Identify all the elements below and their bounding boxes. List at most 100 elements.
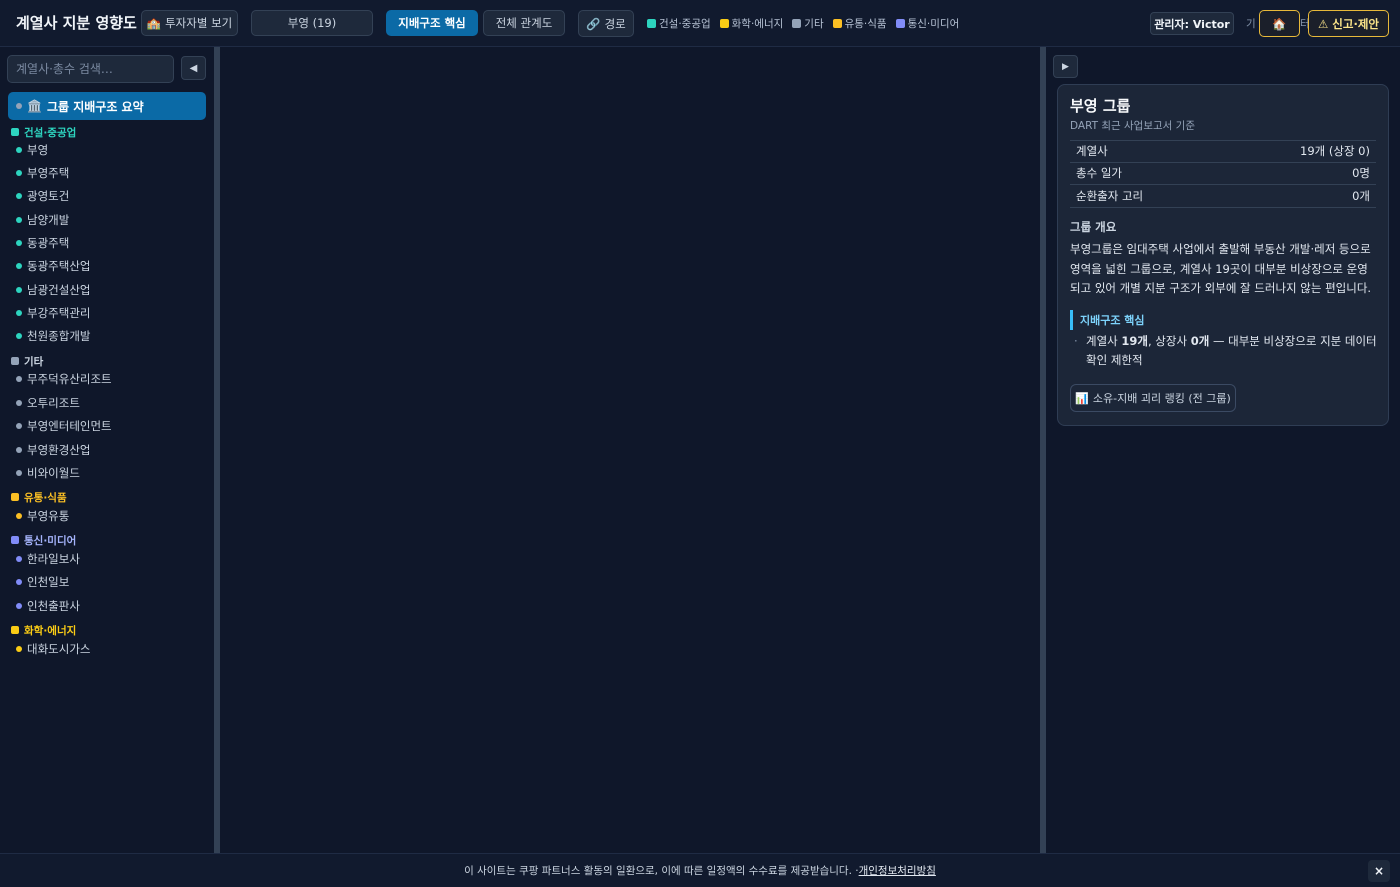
category-header: 기타 <box>11 354 43 368</box>
home-button[interactable]: 🏠 <box>1259 10 1300 37</box>
footer-banner: 이 사이트는 쿠팡 파트너스 활동의 일환으로, 이에 따른 일정액의 수수료를… <box>0 853 1400 887</box>
bullet-icon: · <box>1074 334 1078 348</box>
group-info-card: 부영 그룹 DART 최근 사업보고서 기준 계열사 19개 (상장 0) 총수… <box>1057 84 1389 426</box>
category-swatch <box>11 536 19 544</box>
company-dot <box>16 513 22 519</box>
partial-header-text: 기 <box>1246 18 1256 30</box>
sidebar-item-company[interactable]: 광영토건 <box>16 187 69 205</box>
sidebar-item-company[interactable]: 무주덕유산리조트 <box>16 370 112 388</box>
company-dot <box>16 217 22 223</box>
app-title: 계열사 지분 영향도 <box>16 14 137 32</box>
table-row: 총수 일가 0명 <box>1070 163 1376 185</box>
tab-full-graph[interactable]: 전체 관계도 <box>483 10 565 36</box>
admin-badge[interactable]: 관리자: Victor <box>1150 12 1234 35</box>
company-dot <box>16 447 22 453</box>
sidebar-item-company[interactable]: 인천일보 <box>16 573 69 591</box>
company-dot <box>16 579 22 585</box>
core-section-label: 지배구조 핵심 <box>1070 310 1378 330</box>
category-swatch <box>11 626 19 634</box>
category-header: 유통·식품 <box>11 490 67 504</box>
legend-swatch <box>647 19 656 28</box>
legend-item: 기타 <box>792 16 824 31</box>
bar-chart-icon: 📊 <box>1075 391 1089 405</box>
ranking-button[interactable]: 📊 소유-지배 괴리 랭킹 (전 그룹) <box>1070 384 1236 412</box>
category-header: 통신·미디어 <box>11 533 76 547</box>
category-swatch <box>11 357 19 365</box>
sidebar-item-company[interactable]: 오투리조트 <box>16 394 80 412</box>
company-dot <box>16 263 22 269</box>
category-header: 건설·중공업 <box>11 125 76 139</box>
company-dot <box>16 240 22 246</box>
building-icon: 🏫 <box>146 16 162 30</box>
company-dot <box>16 376 22 382</box>
investor-view-button[interactable]: 🏫 투자자별 보기 <box>141 10 238 36</box>
sidebar-item-company[interactable]: 남광건설산업 <box>16 281 90 299</box>
collapse-panel-button[interactable]: ▶ <box>1053 55 1078 78</box>
sidebar-item-company[interactable]: 부영유통 <box>16 507 69 525</box>
legend-item: 통신·미디어 <box>895 16 959 31</box>
legend-swatch <box>719 19 729 28</box>
warning-icon: ⚠ <box>1317 16 1329 31</box>
company-dot <box>16 400 22 406</box>
group-title: 부영 그룹 <box>1070 97 1131 115</box>
status-dot <box>16 103 22 109</box>
sidebar-item-group-summary[interactable]: 🏛️ 그룹 지배구조 요약 <box>8 92 206 120</box>
sidebar-item-company[interactable]: 천원종합개발 <box>16 327 90 345</box>
group-select[interactable]: 부영 (19) <box>251 10 373 36</box>
legend-swatch <box>895 19 905 28</box>
legend-item: 유통·식품 <box>832 16 887 31</box>
overview-label: 그룹 개요 <box>1070 220 1117 234</box>
legend-item: 건설·중공업 <box>647 16 711 31</box>
overview-text: 부영그룹은 임대주택 사업에서 출발해 부동산 개발·레저 등으로 영역을 넓힌… <box>1070 242 1372 295</box>
table-row: 순환출자 고리 0개 <box>1070 185 1376 208</box>
report-button[interactable]: ⚠ 신고·제안 <box>1308 10 1389 37</box>
stats-table: 계열사 19개 (상장 0) 총수 일가 0명 순환출자 고리 0개 <box>1070 140 1376 208</box>
sidebar-item-company[interactable]: 부영엔터테인먼트 <box>16 417 112 435</box>
company-dot <box>16 170 22 176</box>
partial-header-text: 터 <box>1300 18 1308 30</box>
sidebar-item-company[interactable]: 동광주택산업 <box>16 257 90 275</box>
sidebar-item-company[interactable]: 남양개발 <box>16 211 69 229</box>
category-header: 화학·에너지 <box>11 623 76 637</box>
sidebar-item-company[interactable]: 한라일보사 <box>16 550 80 568</box>
company-dot <box>16 333 22 339</box>
search-input[interactable] <box>7 55 174 83</box>
sidebar-item-company[interactable]: 비와이월드 <box>16 464 80 482</box>
collapse-sidebar-button[interactable]: ◀ <box>181 56 206 80</box>
sidebar-item-company[interactable]: 부영 <box>16 141 48 159</box>
sidebar-item-company[interactable]: 대화도시가스 <box>16 640 90 658</box>
graph-canvas[interactable] <box>220 47 1040 853</box>
sidebar-item-company[interactable]: 동광주택 <box>16 234 69 252</box>
close-icon: × <box>1373 864 1385 878</box>
company-dot <box>16 470 22 476</box>
detail-panel: ▶ 부영 그룹 DART 최근 사업보고서 기준 계열사 19개 (상장 0) … <box>1046 47 1400 853</box>
company-dot <box>16 193 22 199</box>
company-dot <box>16 287 22 293</box>
company-dot <box>16 310 22 316</box>
close-banner-button[interactable]: × <box>1368 860 1390 882</box>
company-dot <box>16 423 22 429</box>
legend-item: 화학·에너지 <box>719 16 783 31</box>
footer-text: 이 사이트는 쿠팡 파트너스 활동의 일환으로, 이에 따른 일정액의 수수료를… <box>464 865 859 877</box>
tab-governance-core[interactable]: 지배구조 핵심 <box>386 10 478 36</box>
caret-right-icon: ▶ <box>1062 61 1069 72</box>
category-swatch <box>11 493 19 501</box>
sidebar-item-company[interactable]: 부영주택 <box>16 164 69 182</box>
privacy-link[interactable]: 개인정보처리방침 <box>859 863 936 878</box>
company-dot <box>16 556 22 562</box>
legend-swatch <box>832 19 842 28</box>
bank-icon: 🏛️ <box>27 99 42 113</box>
table-row: 계열사 19개 (상장 0) <box>1070 140 1376 163</box>
sidebar-item-company[interactable]: 인천출판사 <box>16 597 80 615</box>
link-icon: 🔗 <box>586 16 601 31</box>
group-subtitle: DART 최근 사업보고서 기준 <box>1070 120 1195 132</box>
sidebar-item-company[interactable]: 부영환경산업 <box>16 441 90 459</box>
path-button[interactable]: 🔗 경로 <box>578 10 634 37</box>
company-dot <box>16 603 22 609</box>
sidebar: ◀ 🏛️ 그룹 지배구조 요약 건설·중공업 부영 부영주택 광영토건 남양개발… <box>0 47 214 853</box>
sidebar-item-company[interactable]: 부강주택관리 <box>16 304 90 322</box>
top-header: 계열사 지분 영향도 🏫 투자자별 보기 부영 (19) 지배구조 핵심 전체 … <box>0 0 1400 47</box>
company-dot <box>16 147 22 153</box>
category-legend: 건설·중공업 화학·에너지 기타 유통·식품 통신·미디어 <box>647 16 959 31</box>
home-icon: 🏠 <box>1272 16 1287 31</box>
